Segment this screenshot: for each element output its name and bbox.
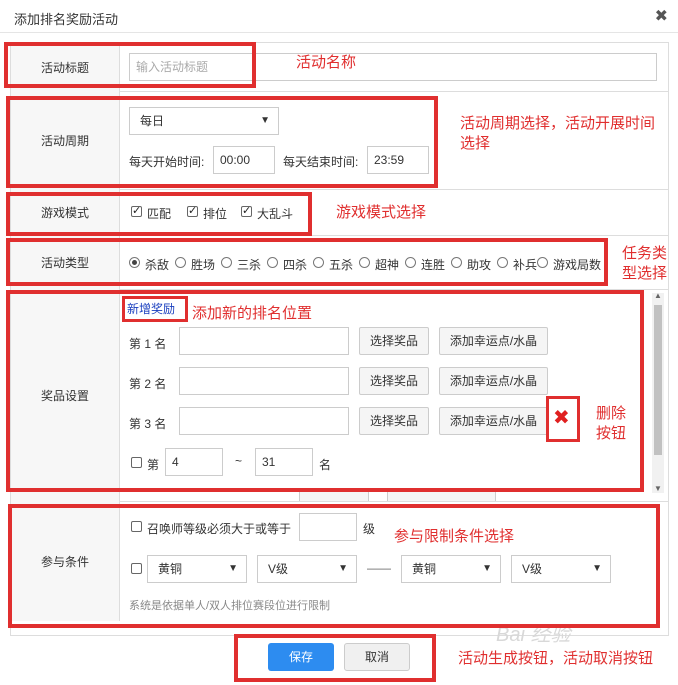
annotation-text-period-1: 活动周期选择，活动开展时间 <box>460 115 656 132</box>
scroll-up-icon[interactable]: ▲ <box>654 291 662 300</box>
dialog-titlebar: 添加排名奖励活动 ✖ <box>0 0 678 33</box>
annotation-text-add-reward: 添加新的排名位置 <box>192 305 313 322</box>
annotation-text-period-2: 选择 <box>460 135 491 152</box>
annotation-text-footer: 活动生成按钮，活动取消按钮 <box>458 650 654 667</box>
scroll-down-icon[interactable]: ▼ <box>654 484 662 493</box>
annotation-box-rewards <box>6 290 644 492</box>
annotation-text-mode: 游戏模式选择 <box>336 204 427 221</box>
annotation-text-type-1: 任务类 <box>622 245 668 262</box>
annotation-box-add-reward <box>122 296 188 322</box>
dialog-title: 添加排名奖励活动 <box>14 12 119 27</box>
close-icon[interactable]: ✖ <box>655 6 668 26</box>
annotation-text-delete-2: 按钮 <box>596 425 627 442</box>
scrollbar-thumb[interactable] <box>654 305 662 455</box>
annotation-box-title <box>4 42 256 88</box>
annotation-box-period <box>6 96 438 188</box>
annotation-box-footer <box>234 634 436 682</box>
annotation-text-title: 活动名称 <box>296 54 357 71</box>
rewards-scrollbar[interactable]: ▲ ▼ <box>652 291 664 493</box>
annotation-box-mode <box>6 192 312 236</box>
annotation-box-conditions <box>8 504 660 628</box>
annotation-box-type <box>6 238 608 286</box>
annotation-text-conditions: 参与限制条件选择 <box>394 528 515 545</box>
annotation-text-type-2: 型选择 <box>622 265 668 282</box>
annotation-box-delete <box>546 396 580 442</box>
annotation-text-delete-1: 删除 <box>596 405 627 422</box>
